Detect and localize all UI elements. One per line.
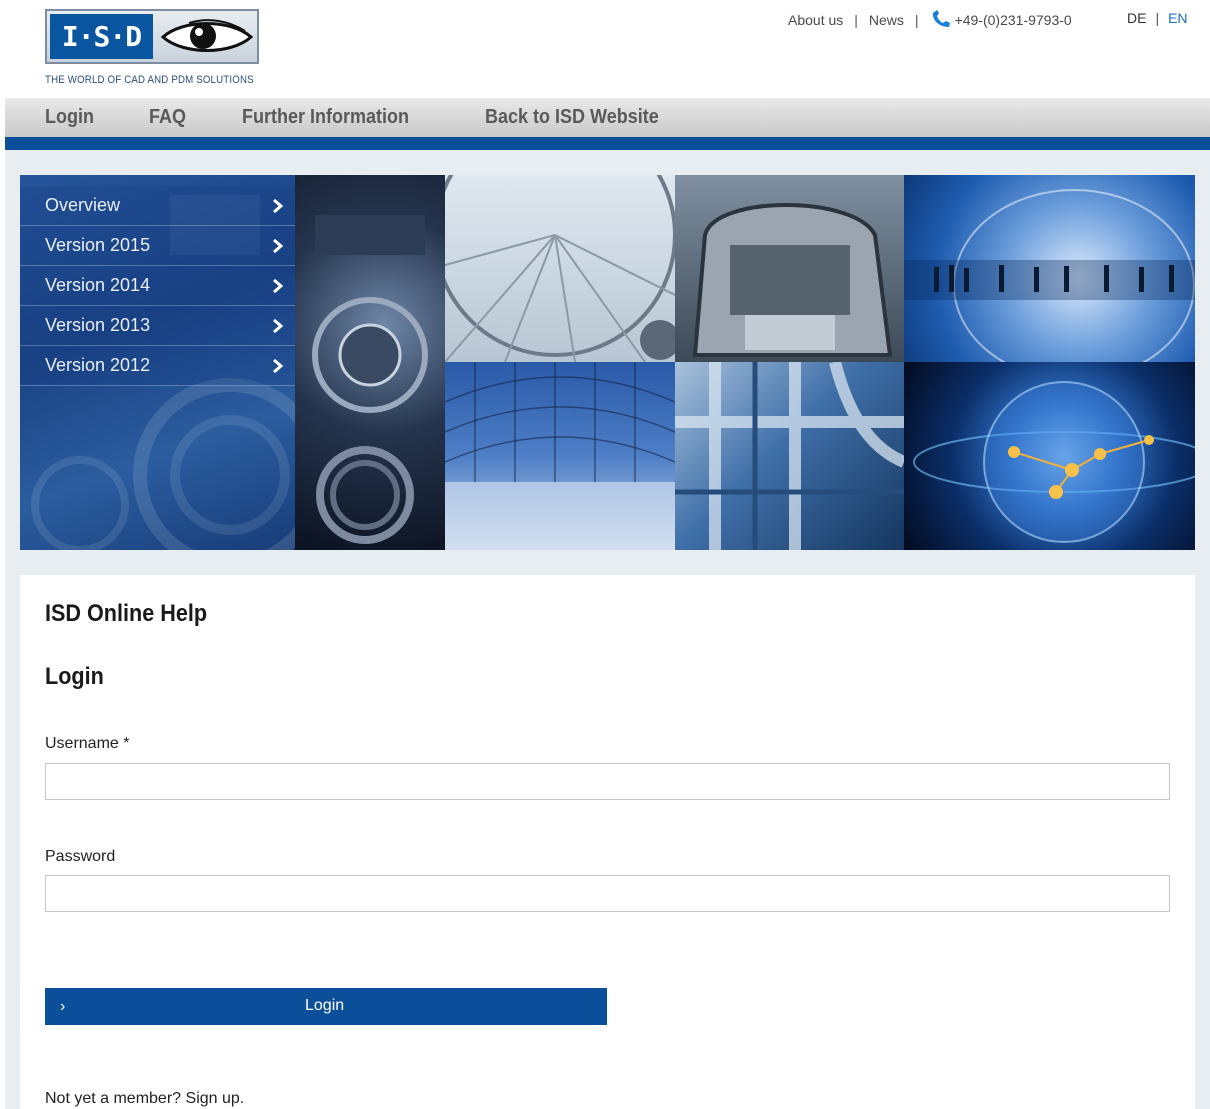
separator: | xyxy=(914,12,919,28)
isd-logo[interactable]: I·S·D THE WORLD OF CAD AND PDM SOLUTIONS xyxy=(45,9,261,89)
eye-icon xyxy=(160,19,254,52)
news-link[interactable]: News xyxy=(869,12,904,28)
hero-ferris-wheel-image xyxy=(445,175,675,362)
login-content-panel: ISD Online Help Login Username * Passwor… xyxy=(20,575,1195,1109)
side-item-version-2014[interactable]: Version 2014 xyxy=(20,266,295,306)
about-us-link[interactable]: About us xyxy=(788,12,843,28)
separator: | xyxy=(1155,10,1160,26)
side-item-version-2012[interactable]: Version 2012 xyxy=(20,346,295,386)
logo-tagline: THE WORLD OF CAD AND PDM SOLUTIONS xyxy=(45,74,254,86)
nav-back-to-isd-website[interactable]: Back to ISD Website xyxy=(485,106,659,129)
hero-banner: Overview Version 2015 Version 2014 Versi… xyxy=(20,175,1195,550)
chevron-right-icon xyxy=(273,198,283,213)
nav-login[interactable]: Login xyxy=(45,106,94,129)
side-item-label: Overview xyxy=(45,195,121,215)
main-nav: Login FAQ Further Information Back to IS… xyxy=(5,98,1210,137)
nav-faq[interactable]: FAQ xyxy=(149,106,186,129)
side-item-label: Version 2012 xyxy=(45,355,151,375)
page-title: ISD Online Help xyxy=(45,600,208,627)
nav-accent-bar xyxy=(5,137,1210,150)
chevron-right-icon xyxy=(273,318,283,333)
phone-icon xyxy=(932,10,950,27)
lang-en-link[interactable]: EN xyxy=(1168,10,1187,26)
phone-number: +49-(0)231-9793-0 xyxy=(954,12,1072,28)
chevron-right-icon: › xyxy=(60,998,66,1015)
signup-link[interactable]: Sign up. xyxy=(186,1090,245,1107)
logo-frame: I·S·D xyxy=(45,9,259,64)
hero-glass-hall-image xyxy=(445,362,675,550)
side-item-label: Version 2014 xyxy=(45,275,151,295)
side-item-label: Version 2015 xyxy=(45,235,151,255)
chevron-right-icon xyxy=(273,278,283,293)
top-utility-nav: About us | News | +49-(0)231-9793-0 xyxy=(788,10,1072,30)
lang-de-link[interactable]: DE xyxy=(1127,10,1146,26)
username-input[interactable] xyxy=(45,763,1170,800)
logo-wordmark: I·S·D xyxy=(50,14,153,59)
password-input[interactable] xyxy=(45,875,1170,912)
signup-text: Not yet a member? xyxy=(45,1090,182,1107)
side-item-version-2015[interactable]: Version 2015 xyxy=(20,226,295,266)
login-button-label: Login xyxy=(305,997,345,1014)
signup-prompt: Not yet a member? Sign up. xyxy=(45,1090,244,1108)
chevron-right-icon xyxy=(273,238,283,253)
side-item-version-2013[interactable]: Version 2013 xyxy=(20,306,295,346)
hero-business-globe-image xyxy=(904,175,1195,362)
hero-pipes-image xyxy=(675,362,904,550)
hero-network-globe-image xyxy=(904,362,1195,550)
phone-contact[interactable]: +49-(0)231-9793-0 xyxy=(930,10,1072,30)
language-switcher: DE | EN xyxy=(1127,10,1188,26)
section-heading: Login xyxy=(45,663,104,690)
password-label: Password xyxy=(45,848,116,865)
login-button[interactable]: › Login xyxy=(45,988,607,1025)
hero-car-body-image xyxy=(675,175,904,362)
username-label: Username * xyxy=(45,735,130,752)
version-side-menu: Overview Version 2015 Version 2014 Versi… xyxy=(20,186,295,386)
nav-further-information[interactable]: Further Information xyxy=(242,106,409,129)
side-item-label: Version 2013 xyxy=(45,315,151,335)
separator: | xyxy=(854,12,858,28)
side-item-overview[interactable]: Overview xyxy=(20,186,295,226)
hero-engine-image xyxy=(295,175,445,550)
chevron-right-icon xyxy=(273,358,283,373)
